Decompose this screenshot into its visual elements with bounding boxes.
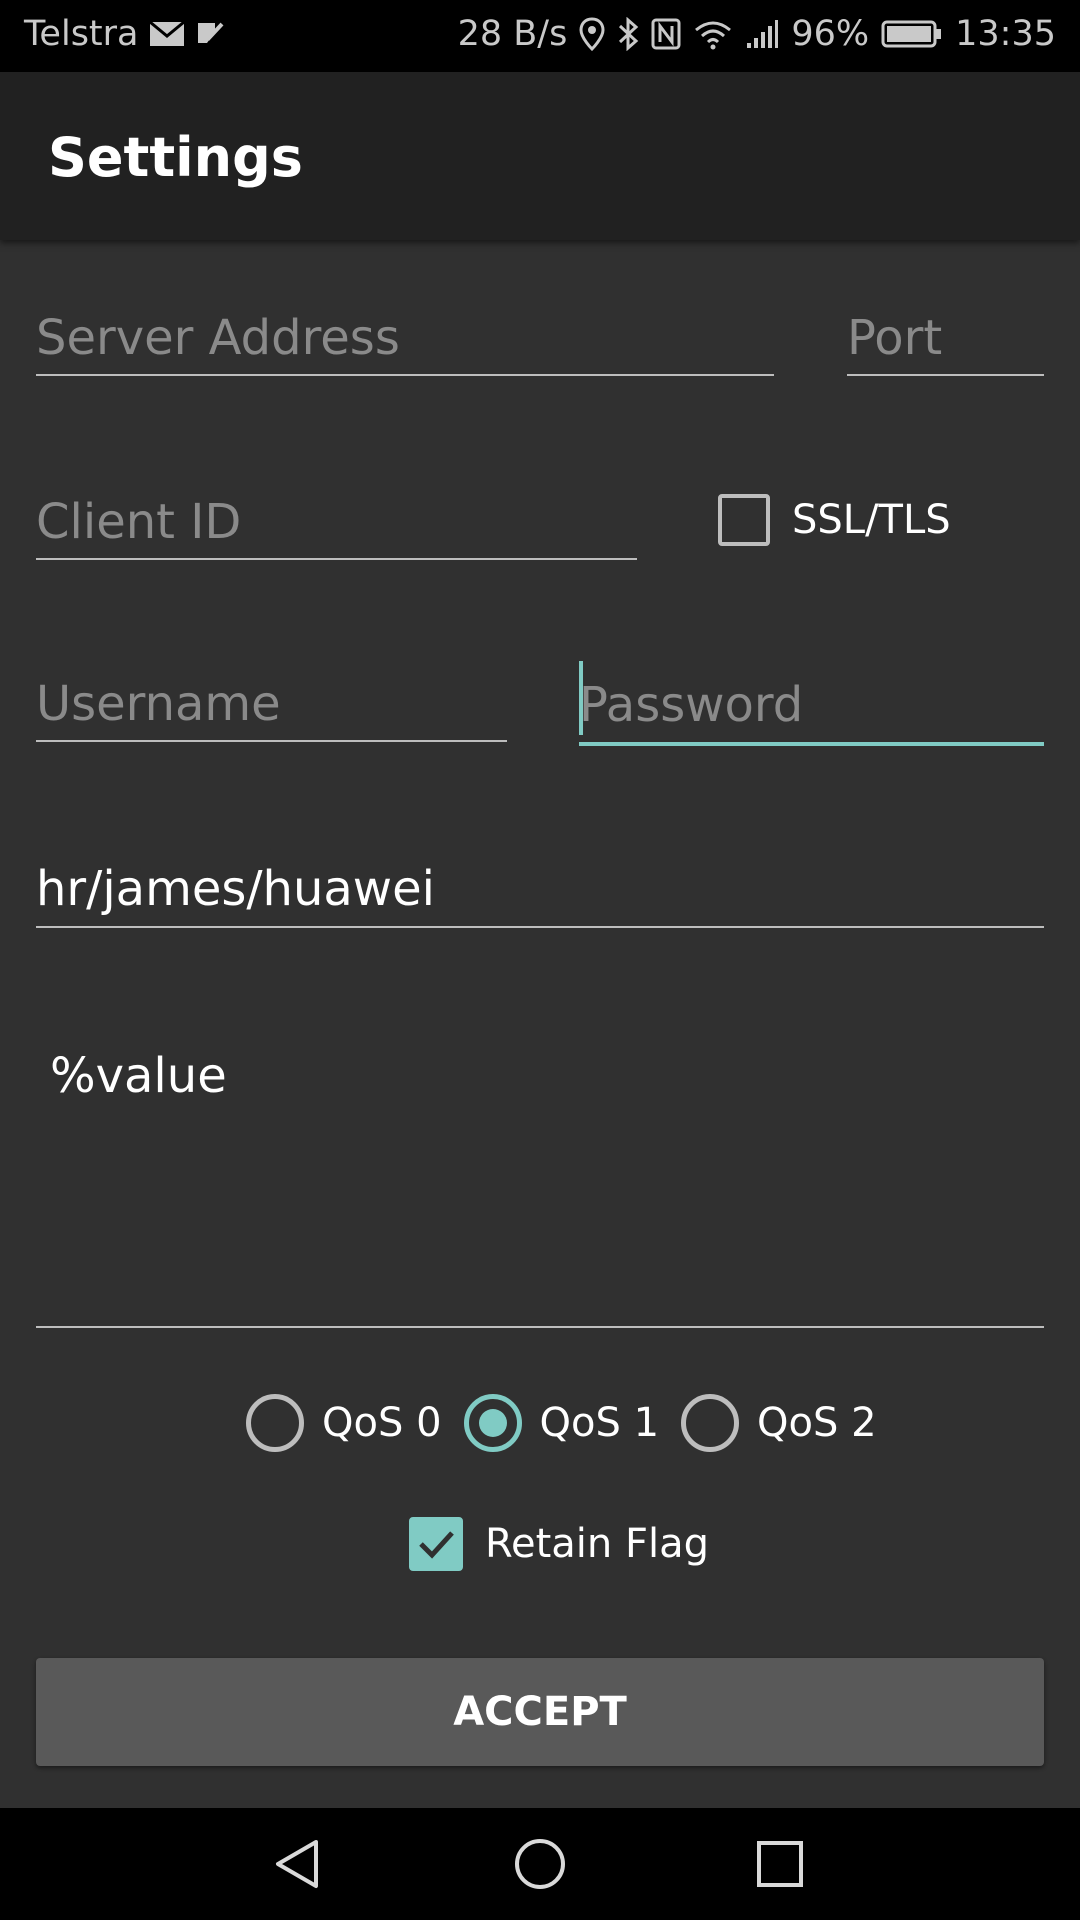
app-bar: Settings xyxy=(0,72,1080,240)
nfc-icon xyxy=(651,18,681,50)
carrier-name: Telstra xyxy=(24,14,139,54)
qos-1-label: QoS 1 xyxy=(539,1400,660,1446)
location-icon xyxy=(579,17,605,51)
qos-1-radio[interactable] xyxy=(463,1394,522,1452)
accept-button[interactable]: ACCEPT xyxy=(36,1658,1044,1766)
qos-1-option[interactable]: QoS 1 xyxy=(463,1394,660,1452)
client-id-input[interactable] xyxy=(36,486,637,558)
qos-0-radio[interactable] xyxy=(246,1394,304,1452)
signal-icon xyxy=(745,19,779,49)
message-textarea[interactable]: %value xyxy=(36,1016,1044,1326)
qos-2-radio[interactable] xyxy=(681,1394,740,1452)
status-bar: Telstra 28 B/s 96% 13:35 xyxy=(0,0,1080,72)
clock: 13:35 xyxy=(955,14,1056,54)
server-address-field[interactable] xyxy=(36,302,774,376)
ssl-tls-option[interactable]: SSL/TLS xyxy=(718,494,951,546)
home-icon[interactable] xyxy=(512,1836,568,1896)
qos-2-label: QoS 2 xyxy=(757,1400,877,1446)
network-speed: 28 B/s xyxy=(457,14,568,54)
ssl-tls-checkbox[interactable] xyxy=(718,494,770,546)
client-id-field[interactable] xyxy=(36,486,637,560)
ssl-tls-label: SSL/TLS xyxy=(792,497,951,543)
recents-icon[interactable] xyxy=(752,1836,808,1896)
text-cursor xyxy=(579,661,583,735)
wifi-icon xyxy=(693,18,733,50)
page-title: Settings xyxy=(48,126,303,189)
check-icon xyxy=(419,1531,454,1559)
retain-flag-label: Retain Flag xyxy=(485,1521,710,1567)
username-input[interactable] xyxy=(36,668,507,740)
topic-field[interactable] xyxy=(36,852,1044,928)
retain-flag-option[interactable]: Retain Flag xyxy=(409,1517,709,1571)
retain-flag-checkbox[interactable] xyxy=(409,1517,463,1571)
battery-percent: 96% xyxy=(791,14,870,54)
check-notification-icon xyxy=(195,19,225,49)
port-field[interactable] xyxy=(847,302,1044,376)
qos-0-label: QoS 0 xyxy=(322,1400,442,1446)
qos-radio-group: QoS 0 QoS 1 QoS 2 xyxy=(246,1394,899,1452)
server-address-input[interactable] xyxy=(36,302,774,374)
navigation-bar xyxy=(0,1808,1080,1920)
mail-icon xyxy=(148,20,185,48)
port-input[interactable] xyxy=(847,302,1044,374)
bluetooth-icon xyxy=(617,17,639,51)
password-input[interactable] xyxy=(579,668,1044,742)
topic-input[interactable] xyxy=(36,852,1044,926)
battery-icon xyxy=(881,19,943,49)
qos-2-option[interactable]: QoS 2 xyxy=(681,1394,877,1452)
qos-0-option[interactable]: QoS 0 xyxy=(246,1394,442,1452)
username-field[interactable] xyxy=(36,668,507,742)
message-field[interactable]: %value xyxy=(36,1016,1044,1328)
password-field[interactable] xyxy=(579,668,1044,746)
back-icon[interactable] xyxy=(270,1836,326,1896)
